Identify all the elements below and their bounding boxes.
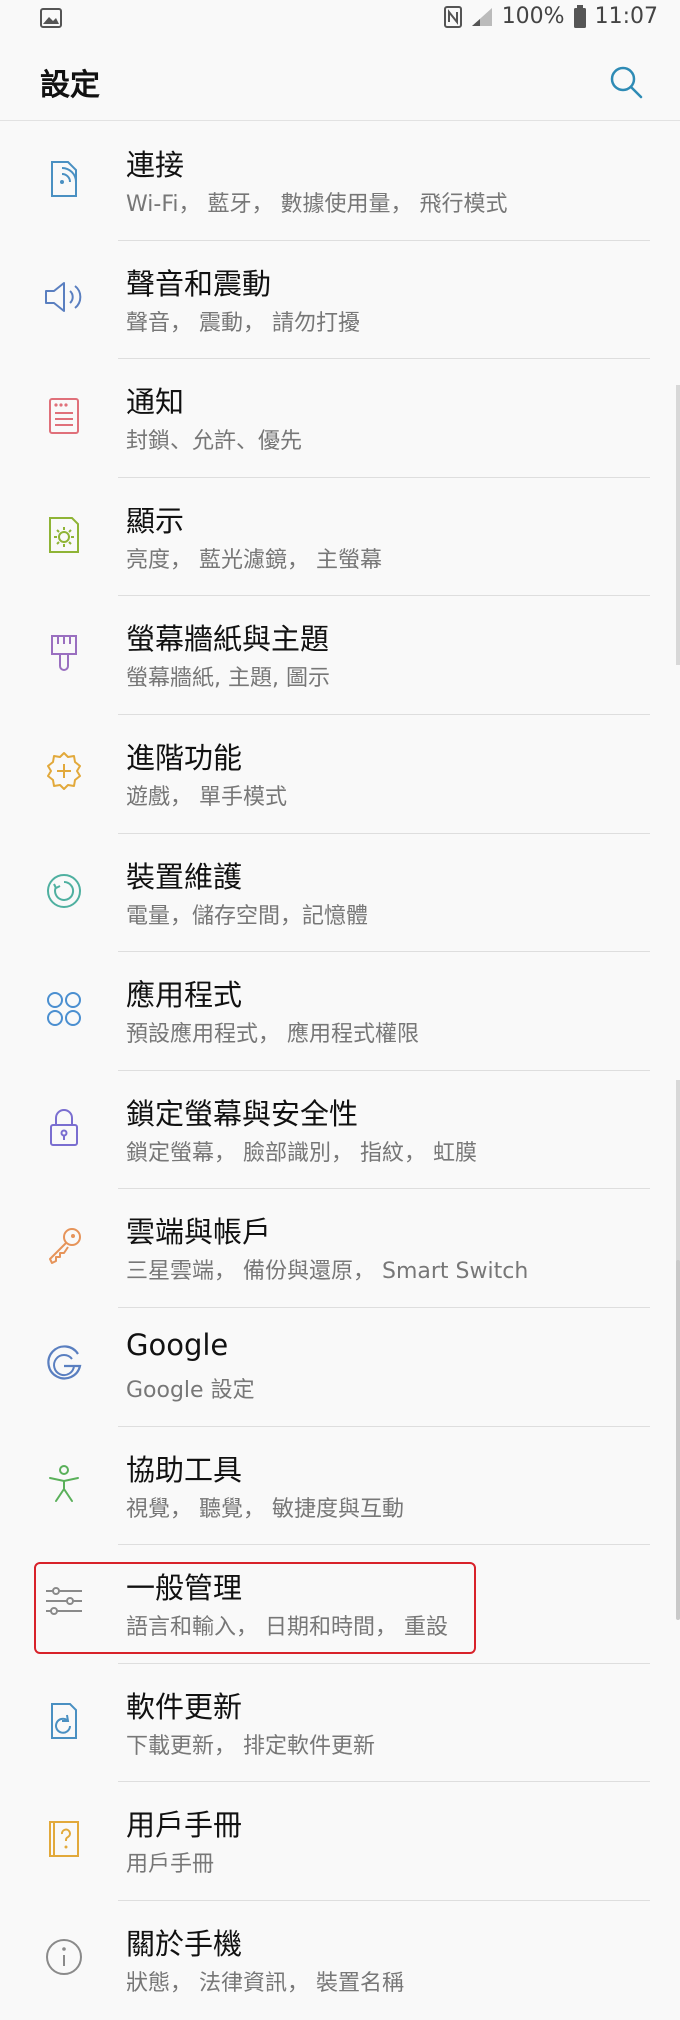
clock: 11:07 [594, 4, 658, 29]
app-bar: 設定 [0, 40, 680, 121]
item-subtitle: 電量，儲存空間，記憶體 [126, 903, 369, 929]
settings-list: 連接 Wi-Fi， 藍牙， 數據使用量， 飛行模式 聲音和震動 聲音， 震動， … [0, 122, 680, 2020]
item-title: 裝置維護 [126, 859, 243, 894]
gear-plus-icon [47, 751, 81, 790]
settings-item-notifications[interactable]: 通知 封鎖、允許、優先 [0, 359, 680, 478]
edge-mark [676, 385, 680, 665]
item-subtitle: 鎖定螢幕， 臉部識別， 指紋， 虹膜 [126, 1140, 477, 1166]
accessibility-icon [49, 1464, 79, 1502]
signal-icon [471, 7, 492, 26]
settings-item-display[interactable]: 顯示 亮度， 藍光濾鏡， 主螢幕 [0, 478, 680, 597]
battery-percent: 100% [501, 4, 565, 29]
item-subtitle: Google 設定 [126, 1377, 255, 1403]
item-subtitle: 遊戲， 單手模式 [126, 784, 287, 810]
item-subtitle: 封鎖、允許、優先 [126, 429, 303, 455]
item-title: 用戶手冊 [126, 1808, 243, 1843]
item-subtitle: 螢幕牆紙, 主題, 圖示 [126, 666, 330, 692]
nfc-icon [443, 5, 462, 28]
item-title: 軟件更新 [126, 1689, 243, 1724]
update-icon [51, 1702, 77, 1739]
connections-icon [51, 161, 77, 197]
apps-icon [47, 992, 81, 1027]
settings-item-lock-screen-security[interactable]: 鎖定螢幕與安全性 鎖定螢幕， 臉部識別， 指紋， 虹膜 [0, 1071, 680, 1190]
item-subtitle: 下載更新， 排定軟件更新 [126, 1733, 375, 1759]
item-title: 協助工具 [126, 1452, 243, 1487]
settings-item-software-update[interactable]: 軟件更新 下載更新， 排定軟件更新 [0, 1664, 680, 1783]
notification-icon [49, 398, 79, 435]
settings-item-device-care[interactable]: 裝置維護 電量，儲存空間，記憶體 [0, 834, 680, 953]
settings-item-about-phone[interactable]: 關於手機 狀態， 法律資訊， 裝置名稱 [0, 1901, 680, 2020]
item-title: 進階功能 [126, 740, 243, 775]
item-title: Google [126, 1327, 229, 1362]
settings-item-connections[interactable]: 連接 Wi-Fi， 藍牙， 數據使用量， 飛行模式 [0, 122, 680, 241]
item-subtitle: 用戶手冊 [126, 1852, 215, 1878]
settings-item-wallpapers-themes[interactable]: 螢幕牆紙與主題 螢幕牆紙, 主題, 圖示 [0, 596, 680, 715]
info-icon [46, 1938, 82, 1975]
item-subtitle: Wi-Fi， 藍牙， 數據使用量， 飛行模式 [126, 192, 508, 217]
settings-item-google[interactable]: Google Google 設定 [0, 1308, 680, 1427]
item-subtitle: 亮度， 藍光濾鏡， 主螢幕 [126, 547, 382, 573]
google-icon [47, 1345, 82, 1380]
item-title: 螢幕牆紙與主題 [126, 622, 330, 657]
scrollbar[interactable] [676, 1260, 680, 1620]
selection-highlight [34, 1562, 476, 1654]
page-title: 設定 [40, 68, 100, 103]
brush-icon [51, 635, 77, 672]
settings-item-cloud-accounts[interactable]: 雲端與帳戶 三星雲端， 備份與還原， Smart Switch [0, 1189, 680, 1308]
item-title: 通知 [126, 385, 185, 420]
item-title: 顯示 [126, 503, 185, 538]
item-title: 關於手機 [126, 1926, 243, 1961]
item-subtitle: 視覺， 聽覺， 敏捷度與互動 [126, 1496, 404, 1522]
speaker-icon [45, 281, 82, 312]
settings-item-sound[interactable]: 聲音和震動 聲音， 震動， 請勿打擾 [0, 241, 680, 360]
item-subtitle: 三星雲端， 備份與還原， Smart Switch [126, 1259, 529, 1285]
status-indicators: 100% 11:07 [443, 4, 658, 29]
settings-item-accessibility[interactable]: 協助工具 視覺， 聽覺， 敏捷度與互動 [0, 1427, 680, 1546]
lock-icon [50, 1108, 78, 1146]
item-title: 聲音和震動 [126, 266, 272, 301]
display-icon [49, 516, 79, 553]
item-subtitle: 預設應用程式， 應用程式權限 [126, 1022, 419, 1048]
device-care-icon [47, 873, 81, 908]
edge-mark [676, 1080, 680, 1280]
item-subtitle: 狀態， 法律資訊， 裝置名稱 [126, 1970, 404, 1996]
item-title: 鎖定螢幕與安全性 [126, 1096, 359, 1131]
settings-item-user-manual[interactable]: 用戶手冊 用戶手冊 [0, 1782, 680, 1901]
gallery-icon [40, 8, 62, 28]
item-title: 應用程式 [126, 978, 243, 1013]
status-bar: 100% 11:07 [0, 0, 680, 40]
settings-item-advanced-features[interactable]: 進階功能 遊戲， 單手模式 [0, 715, 680, 834]
key-icon [49, 1228, 81, 1265]
search-icon[interactable] [606, 62, 646, 102]
item-subtitle: 聲音， 震動， 請勿打擾 [126, 310, 360, 336]
item-title: 連接 [126, 148, 185, 182]
battery-icon [573, 4, 586, 28]
settings-item-apps[interactable]: 應用程式 預設應用程式， 應用程式權限 [0, 952, 680, 1071]
manual-icon [49, 1821, 79, 1858]
item-title: 雲端與帳戶 [126, 1215, 272, 1250]
